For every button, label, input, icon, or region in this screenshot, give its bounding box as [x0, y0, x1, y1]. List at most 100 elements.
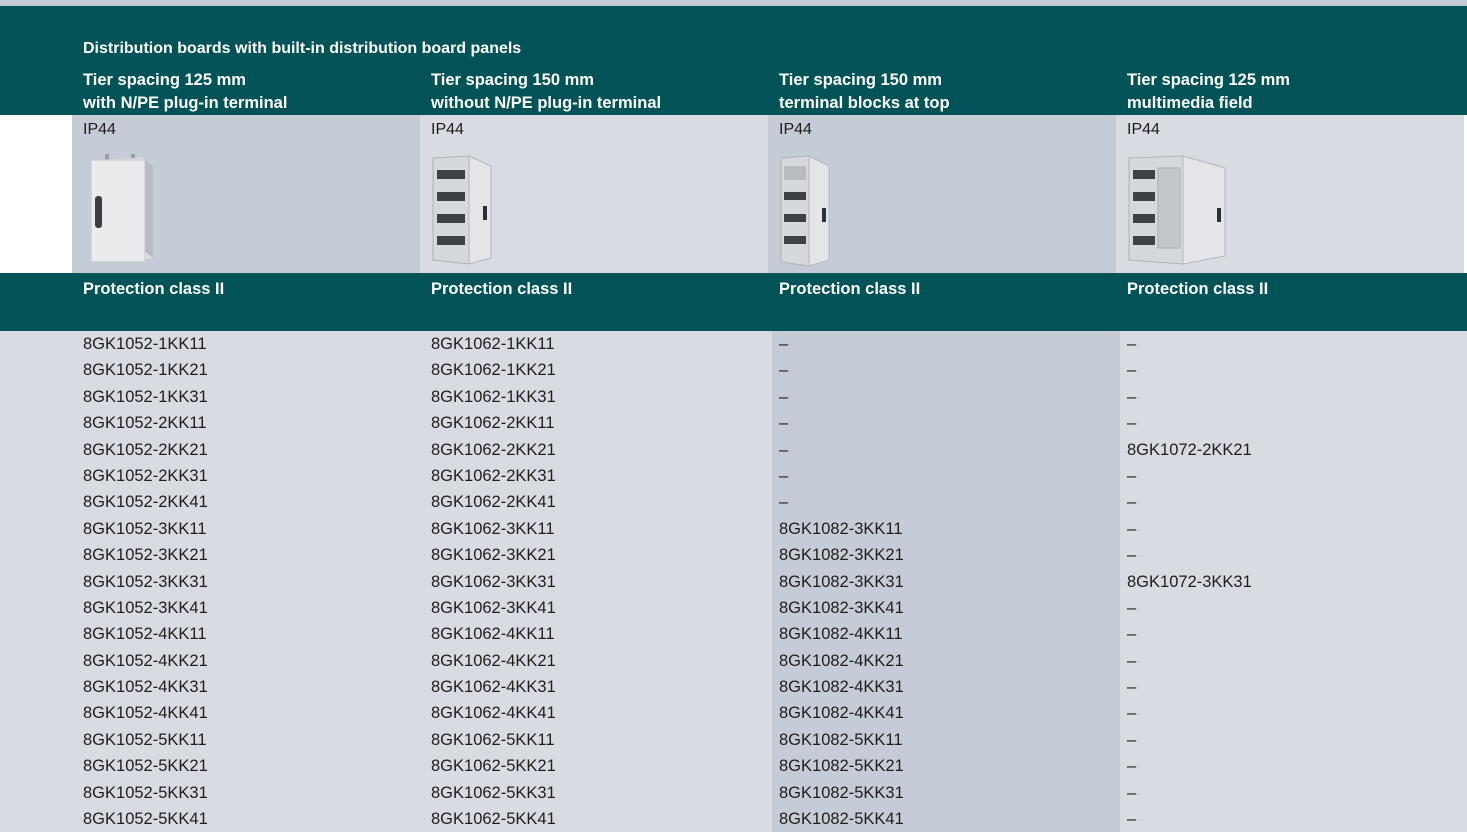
column-header-line2: multimedia field — [1127, 94, 1253, 112]
order-number-col2: 8GK1062-5KK31 — [424, 779, 772, 807]
order-number-col4: – — [1120, 806, 1467, 832]
order-number-col4: – — [1120, 779, 1467, 807]
order-number-col1: 8GK1052-5KK21 — [0, 753, 424, 780]
table-row: 8GK1052-2KK21 8GK1062-2KK21–8GK1072-2KK21 — [0, 436, 1467, 463]
order-number-col3: 8GK1082-4KK21 — [772, 647, 1120, 675]
image-cell-3: IP44 — [768, 115, 1116, 273]
order-number-col2: 8GK1062-3KK41 — [424, 594, 772, 622]
order-number-col1: 8GK1052-1KK11 — [0, 331, 424, 358]
table-row: 8GK1052-1KK31 8GK1062-1KK31– – — [0, 383, 1467, 411]
order-number-col3: – — [772, 410, 1120, 437]
column-header-4: Tier spacing 125 mm multimedia field — [1127, 69, 1290, 115]
order-number-col2: 8GK1062-2KK41 — [424, 489, 772, 516]
order-number-col1: 8GK1052-2KK31 — [0, 462, 424, 490]
table-row: 8GK1052-3KK21 8GK1062-3KK21 8GK1082-3KK21– — [0, 542, 1467, 569]
order-number-col1: 8GK1052-5KK31 — [0, 779, 424, 807]
order-number-col3: 8GK1082-3KK21 — [772, 542, 1120, 569]
order-number-col3: – — [772, 462, 1120, 490]
column-header-2: Tier spacing 150 mm without N/PE plug-in… — [431, 69, 661, 115]
table-row: 8GK1052-5KK41 8GK1062-5KK41 8GK1082-5KK41– — [0, 806, 1467, 832]
order-number-col2: 8GK1062-2KK31 — [424, 462, 772, 490]
order-number-col1: 8GK1052-4KK41 — [0, 700, 424, 727]
open-cabinet-icon — [432, 155, 492, 265]
table-row: 8GK1052-4KK21 8GK1062-4KK21 8GK1082-4KK21– — [0, 647, 1467, 675]
column-header-3: Tier spacing 150 mm terminal blocks at t… — [779, 69, 950, 115]
order-number-col1: 8GK1052-2KK41 — [0, 489, 424, 516]
table-header: Distribution boards with built-in distri… — [0, 6, 1467, 115]
table-row: 8GK1052-3KK41 8GK1062-3KK41 8GK1082-3KK41– — [0, 594, 1467, 622]
order-number-col3: 8GK1082-5KK21 — [772, 753, 1120, 780]
closed-cabinet-icon — [90, 154, 153, 263]
order-number-col4: – — [1120, 357, 1467, 384]
image-cell-2: IP44 — [420, 115, 768, 273]
table-row: 8GK1052-2KK11 8GK1062-2KK11– – — [0, 410, 1467, 437]
order-number-col2: 8GK1062-5KK41 — [424, 806, 772, 832]
order-number-col4: – — [1120, 383, 1467, 411]
order-number-col2: 8GK1062-5KK11 — [424, 726, 772, 754]
table-row: 8GK1052-1KK11 8GK1062-1KK11– – — [0, 331, 1467, 358]
order-number-col1: 8GK1052-2KK11 — [0, 410, 424, 437]
order-number-col1: 8GK1052-3KK11 — [0, 515, 424, 543]
order-number-col3: 8GK1082-3KK31 — [772, 568, 1120, 595]
order-number-col4: – — [1120, 542, 1467, 569]
order-number-col3: 8GK1082-5KK31 — [772, 779, 1120, 807]
table-row: 8GK1052-2KK31 8GK1062-2KK31– – — [0, 462, 1467, 490]
table-row: 8GK1052-4KK31 8GK1062-4KK31 8GK1082-4KK31– — [0, 674, 1467, 701]
order-number-col4: – — [1120, 410, 1467, 437]
ip-rating: IP44 — [779, 121, 812, 138]
image-cell-4: IP44 — [1116, 115, 1464, 273]
image-row: IP44 IP44 IP44 IP44 — [0, 115, 1467, 273]
order-number-col3: 8GK1082-4KK31 — [772, 674, 1120, 701]
order-number-col3: – — [772, 489, 1120, 516]
table-row: 8GK1052-4KK11 8GK1062-4KK11 8GK1082-4KK11– — [0, 621, 1467, 648]
order-number-col2: 8GK1062-4KK11 — [424, 621, 772, 648]
narrow-cabinet-icon — [780, 155, 830, 267]
order-number-col1: 8GK1052-4KK21 — [0, 647, 424, 675]
order-number-col2: 8GK1062-1KK31 — [424, 383, 772, 411]
order-number-col4: – — [1120, 753, 1467, 780]
table-row: 8GK1052-2KK41 8GK1062-2KK41– – — [0, 489, 1467, 516]
order-number-col2: 8GK1062-4KK41 — [424, 700, 772, 727]
ip-rating: IP44 — [1127, 121, 1160, 138]
order-number-col4: – — [1120, 621, 1467, 648]
order-number-col2: 8GK1062-4KK21 — [424, 647, 772, 675]
order-number-col3: 8GK1082-5KK11 — [772, 726, 1120, 754]
order-number-col3: 8GK1082-5KK41 — [772, 806, 1120, 832]
column-header-1: Tier spacing 125 mm with N/PE plug-in te… — [83, 69, 287, 115]
order-number-col3: 8GK1082-3KK11 — [772, 515, 1120, 543]
order-number-col1: 8GK1052-1KK21 — [0, 357, 424, 384]
order-number-col2: 8GK1062-3KK31 — [424, 568, 772, 595]
order-number-col2: 8GK1062-5KK21 — [424, 753, 772, 780]
table-title: Distribution boards with built-in distri… — [83, 40, 522, 57]
order-number-col1: 8GK1052-3KK41 — [0, 594, 424, 622]
column-header-line2: terminal blocks at top — [779, 94, 950, 112]
order-number-col3: 8GK1082-4KK11 — [772, 621, 1120, 648]
protection-class-row: Protection class II Protection class II … — [0, 273, 1467, 331]
order-number-col2: 8GK1062-3KK11 — [424, 515, 772, 543]
protection-class-label: Protection class II — [83, 280, 225, 298]
protection-class-label: Protection class II — [779, 280, 921, 298]
table-row: 8GK1052-3KK31 8GK1062-3KK31 8GK1082-3KK31 8… — [0, 568, 1467, 595]
order-number-col4: – — [1120, 726, 1467, 754]
order-number-table: 8GK1052-1KK11 8GK1062-1KK11– –8GK1052-1KK2… — [0, 331, 1467, 832]
table-row: 8GK1052-5KK31 8GK1062-5KK31 8GK1082-5KK31– — [0, 779, 1467, 807]
protection-class-label: Protection class II — [1127, 280, 1269, 298]
order-number-col1: 8GK1052-4KK31 — [0, 674, 424, 701]
order-number-col4: – — [1120, 594, 1467, 622]
order-number-col2: 8GK1062-1KK11 — [424, 331, 772, 358]
order-number-col1: 8GK1052-5KK11 — [0, 726, 424, 754]
order-number-col4: – — [1120, 515, 1467, 543]
ip-rating: IP44 — [83, 121, 116, 138]
order-number-col2: 8GK1062-2KK11 — [424, 410, 772, 437]
column-header-line2: without N/PE plug-in terminal — [431, 94, 662, 112]
table-row: 8GK1052-5KK11 8GK1062-5KK11 8GK1082-5KK11– — [0, 726, 1467, 754]
ip-rating: IP44 — [431, 121, 464, 138]
table-row: 8GK1052-5KK21 8GK1062-5KK21 8GK1082-5KK21– — [0, 753, 1467, 780]
order-number-col3: 8GK1082-4KK41 — [772, 700, 1120, 727]
column-header-line1: Tier spacing 150 mm — [431, 71, 594, 89]
order-number-col1: 8GK1052-1KK31 — [0, 383, 424, 411]
order-number-col1: 8GK1052-5KK41 — [0, 806, 424, 832]
order-number-col4: – — [1120, 489, 1467, 516]
order-number-col1: 8GK1052-4KK11 — [0, 621, 424, 648]
column-header-line2: with N/PE plug-in terminal — [83, 94, 288, 112]
